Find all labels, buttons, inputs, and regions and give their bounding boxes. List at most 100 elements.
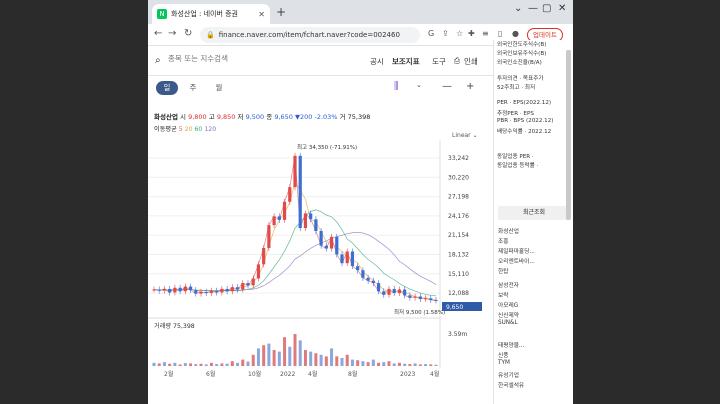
candle-body xyxy=(324,245,328,249)
volume-bar xyxy=(288,346,292,366)
volume-bar xyxy=(262,345,266,366)
tab-day[interactable]: 일 xyxy=(156,81,178,95)
tools-link[interactable]: 도구 xyxy=(432,56,446,67)
print-icon[interactable]: ⎙ xyxy=(454,56,460,66)
candle-body xyxy=(345,251,349,264)
recent-stock-item[interactable]: 태평양물... xyxy=(498,340,524,349)
reading-list-icon[interactable]: ≡ xyxy=(482,29,489,38)
chart-type-icon[interactable]: ⫼ xyxy=(394,81,399,92)
bookmark-star-icon[interactable]: ☆ xyxy=(456,29,463,38)
back-icon[interactable]: ← xyxy=(154,28,162,39)
chevron-down-icon[interactable]: ⌄ xyxy=(514,3,522,14)
window-close-icon[interactable]: ✕ xyxy=(558,3,566,14)
scale-select[interactable]: Linear ⌄ xyxy=(452,132,478,139)
maximize-icon[interactable]: ▢ xyxy=(542,3,551,14)
volume-bar xyxy=(204,364,208,366)
profile-icon[interactable]: ● xyxy=(512,29,519,38)
ma-5[interactable]: 5 xyxy=(179,126,183,133)
ma-120[interactable]: 120 xyxy=(204,126,216,133)
new-tab-icon[interactable]: + xyxy=(276,5,286,19)
period-tabs: 일 주 월 xyxy=(156,81,230,95)
volume-bar xyxy=(194,364,198,366)
volume-bar xyxy=(319,354,323,366)
share-icon[interactable]: ⇪ xyxy=(442,29,449,38)
x-tick-label: 6월 xyxy=(206,370,215,378)
volume-bar xyxy=(220,363,224,366)
volume-bar xyxy=(392,363,396,366)
ma-60[interactable]: 60 xyxy=(195,126,203,133)
volume-bar xyxy=(215,364,219,366)
disclosure-link[interactable]: 공시 xyxy=(370,56,384,67)
recent-stock-item[interactable]: 제일파마홀딩... xyxy=(498,246,535,255)
price-chart[interactable]: 33,242 30,220 27,198 24,176 21,154 18,132 15,1… xyxy=(148,140,493,380)
y-tick-label: 21,154 xyxy=(448,232,469,239)
close-icon[interactable]: ✕ xyxy=(258,10,265,19)
recent-stock-item[interactable]: 보락 xyxy=(498,290,508,299)
candle-body xyxy=(392,288,396,294)
recent-stock-item[interactable]: 아모레G xyxy=(498,300,518,309)
candle-body xyxy=(194,290,198,294)
volume-bar xyxy=(382,362,386,366)
candle-body xyxy=(199,291,203,294)
candle-body xyxy=(366,277,370,281)
change: ▼200 xyxy=(295,113,313,121)
scrollbar[interactable] xyxy=(566,50,571,220)
top-line: 외국인보유주식수(B) xyxy=(497,51,547,57)
chevron-down-icon[interactable]: ⌄ xyxy=(416,81,422,89)
recent-stock-item[interactable]: SUN&L xyxy=(498,320,518,326)
ma-20[interactable]: 20 xyxy=(185,126,193,133)
zoom-out-icon[interactable]: — xyxy=(442,81,452,92)
ratio-line: 배당수익률 · 2022.12 xyxy=(497,129,552,135)
mid-line: 투자의견 · 목표주가 xyxy=(497,76,544,82)
recent-stock-item[interactable]: 한국셀석유 xyxy=(498,380,524,389)
browser-tab[interactable]: N 화성산업 : 네이버 증권 ✕ xyxy=(152,4,270,24)
candle-body xyxy=(314,219,318,231)
candle-body xyxy=(408,295,412,298)
top-line: 외국인소진율(B/A) xyxy=(497,60,542,66)
print-link[interactable]: 인쇄 xyxy=(464,56,478,67)
x-tick-label: 8월 xyxy=(348,370,357,378)
recent-stock-item[interactable]: 오리엔트바이... xyxy=(498,256,535,265)
recent-stock-item[interactable]: 신풍 xyxy=(498,350,508,359)
volume-bar xyxy=(413,363,417,366)
recent-stock-item[interactable]: 삼성전자 xyxy=(498,280,519,289)
browser-window: N 화성산업 : 네이버 증권 ✕ + ⌄ — ▢ ✕ ← → ↻ 🔒 fina… xyxy=(148,0,573,404)
url-field[interactable]: 🔒 finance.naver.com/item/fchart.naver?co… xyxy=(200,27,420,43)
recent-stock-item[interactable]: 유성기업 xyxy=(498,370,519,379)
volume-tick: 3.59m xyxy=(448,331,467,338)
y-tick-label: 30,220 xyxy=(448,174,469,181)
forward-icon[interactable]: → xyxy=(168,28,176,39)
indicator-link[interactable]: 보조지표 xyxy=(392,56,420,67)
candle-body xyxy=(178,287,182,292)
current-price-label: 9,650 xyxy=(446,304,463,311)
tab-month[interactable]: 월 xyxy=(208,81,230,95)
extension-icon[interactable]: ✚ xyxy=(468,29,475,38)
y-tick-label: 15,110 xyxy=(448,271,469,278)
zoom-in-icon[interactable]: + xyxy=(466,81,474,92)
volume-bar xyxy=(424,364,428,366)
volume-bar xyxy=(324,356,328,366)
x-tick-label: 4월 xyxy=(308,370,317,378)
tab-strip: N 화성산업 : 네이버 증권 ✕ + ⌄ — ▢ ✕ xyxy=(148,0,573,24)
minimize-icon[interactable]: — xyxy=(528,3,538,14)
volume-bar xyxy=(434,364,438,366)
reload-icon[interactable]: ↻ xyxy=(184,28,192,39)
tab-week[interactable]: 주 xyxy=(182,81,204,95)
search-input[interactable] xyxy=(168,54,288,63)
google-icon[interactable]: G xyxy=(428,29,434,38)
search-icon[interactable]: ⌕ xyxy=(155,55,161,66)
candle-body xyxy=(168,288,172,293)
recent-stock-item[interactable]: 조흥 xyxy=(498,236,508,245)
candle-body xyxy=(387,288,391,295)
recent-stock-item[interactable]: 신신제약 xyxy=(498,310,519,319)
recent-stock-item[interactable]: 화성산업 xyxy=(498,226,519,235)
y-tick-label: 24,176 xyxy=(448,213,469,220)
candle-body xyxy=(429,298,433,301)
recent-header[interactable]: 최근조회 xyxy=(498,206,570,220)
candle-body xyxy=(423,298,428,300)
recent-stock-item[interactable]: 한탑 xyxy=(498,266,508,275)
candle-body xyxy=(382,291,386,295)
sidebar-icon[interactable]: ▯ xyxy=(498,29,502,38)
recent-stock-item[interactable]: TYM xyxy=(498,360,510,366)
volume-bar xyxy=(152,362,156,366)
